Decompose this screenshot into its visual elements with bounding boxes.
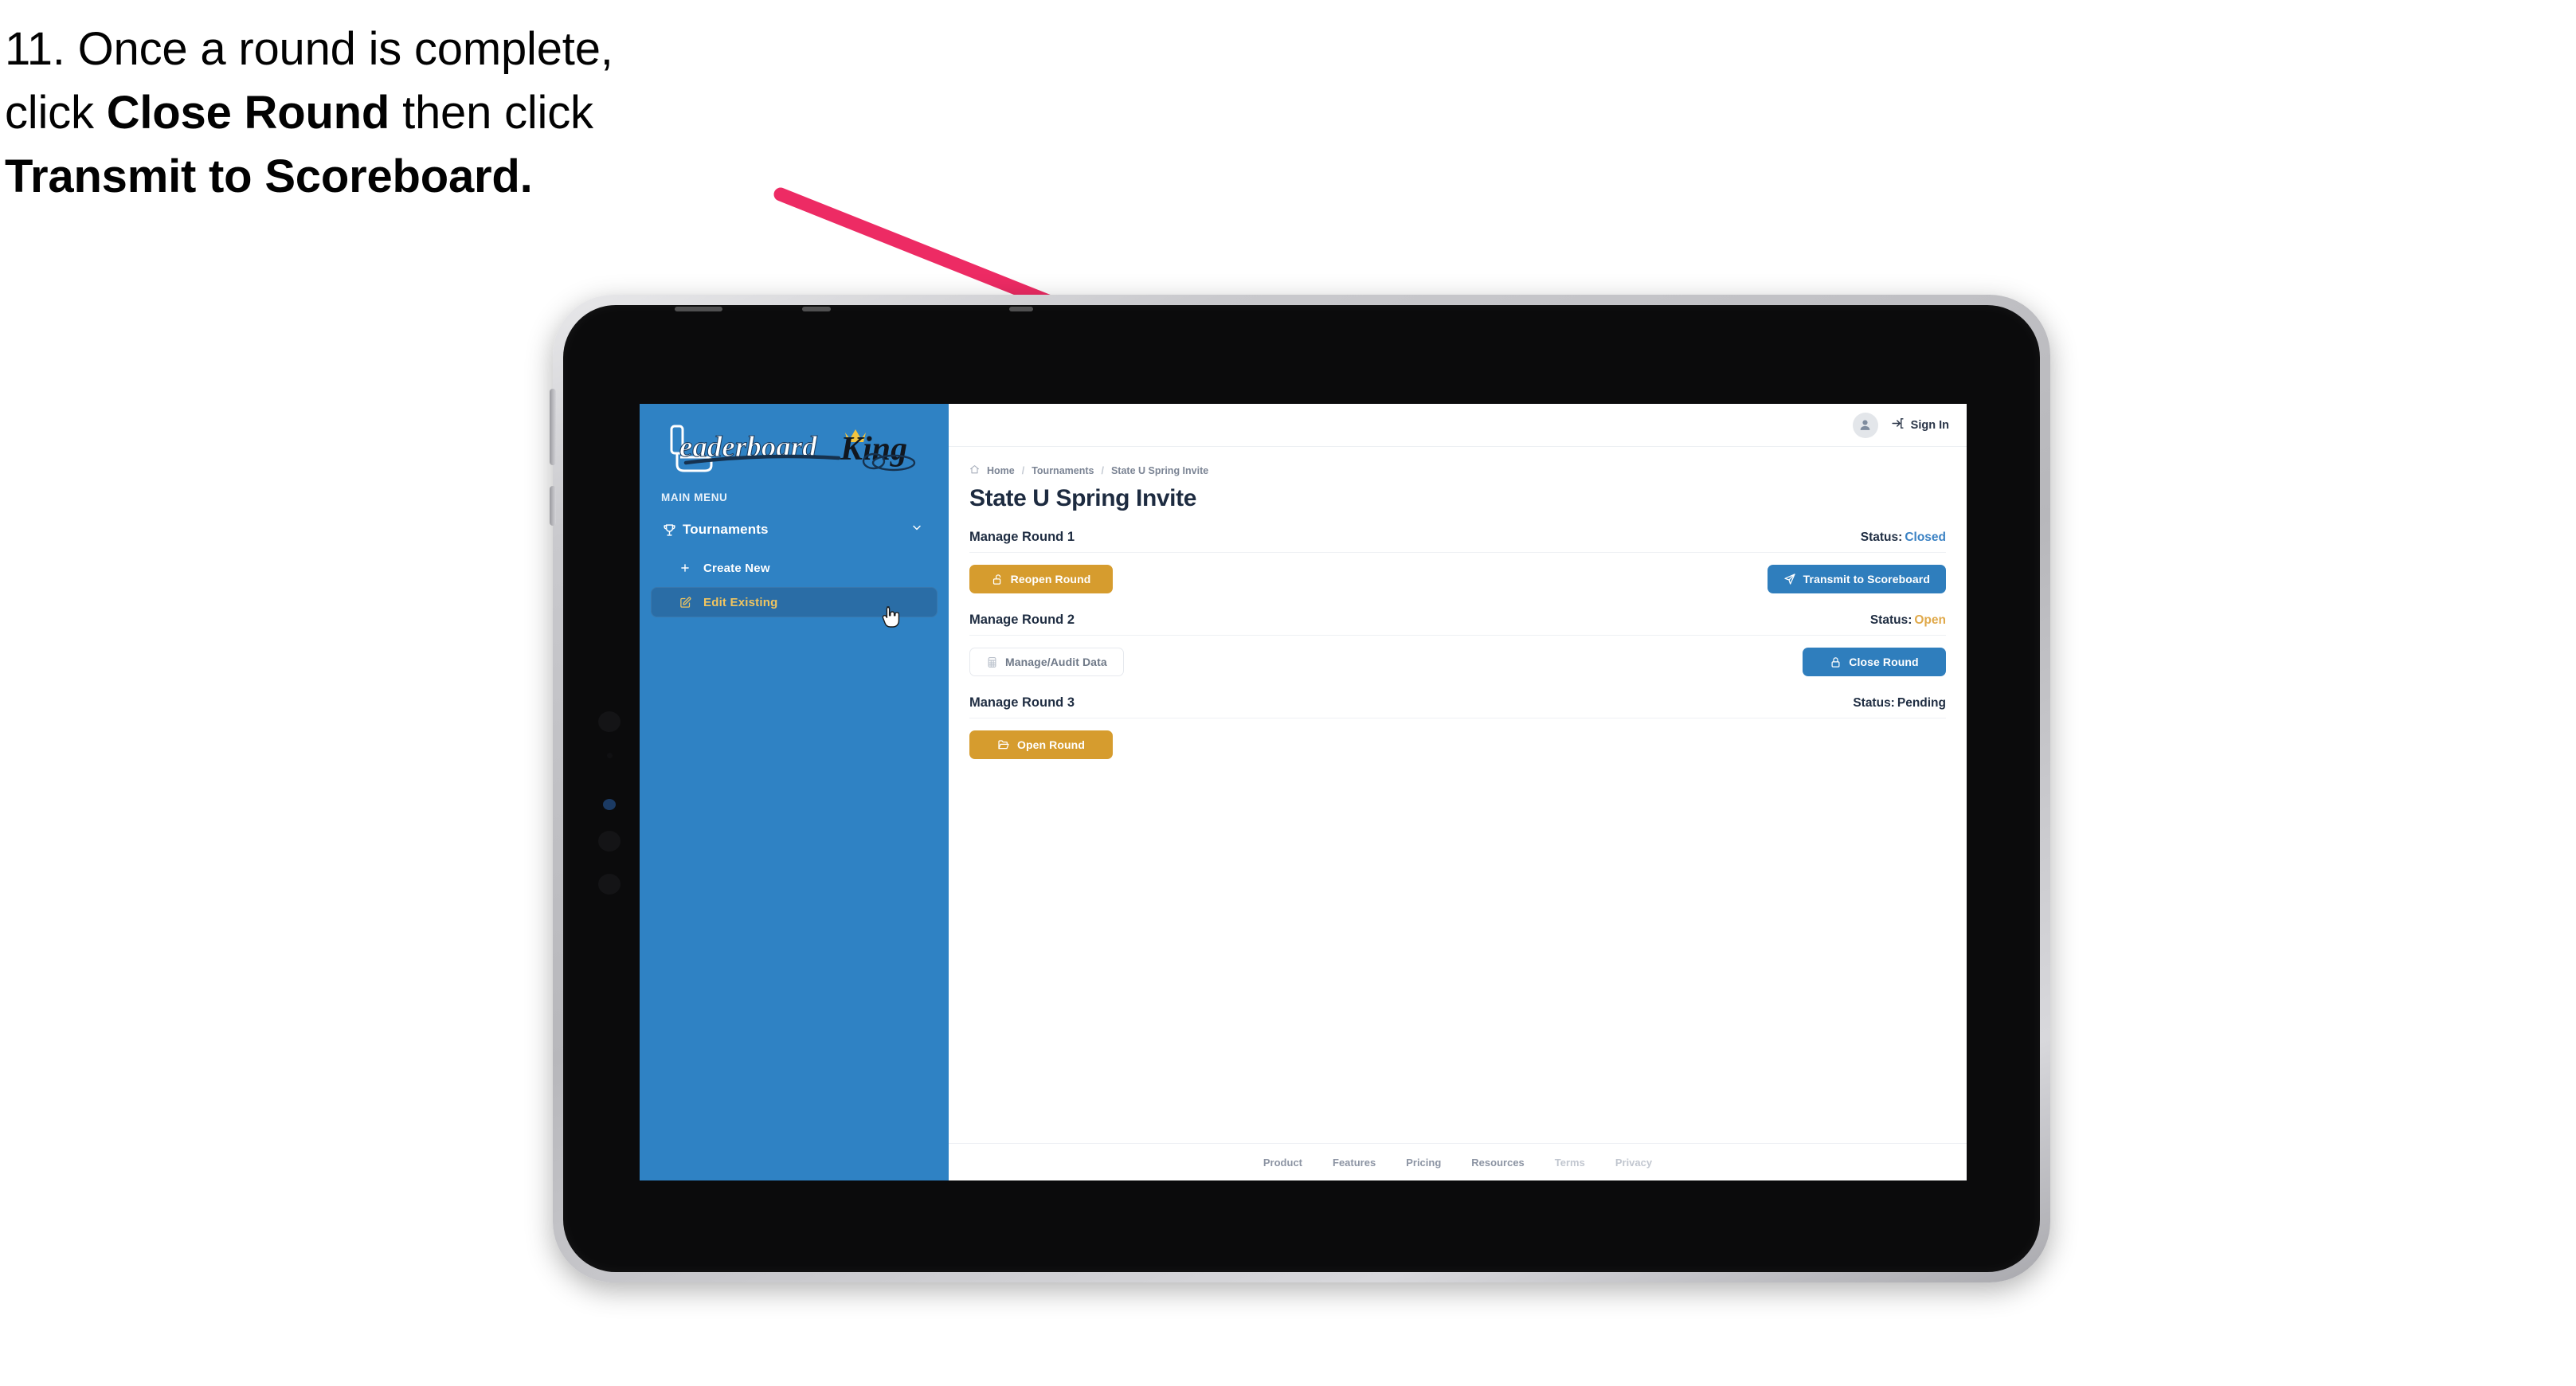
caption-line-3: Transmit to Scoreboard. — [5, 151, 533, 203]
speaker-icon — [598, 874, 621, 895]
status-label: Status: — [1869, 613, 1912, 627]
tablet-bezel: eaderboard King MAIN MENU Tournaments Cr… — [563, 305, 2040, 1272]
breadcrumb-item-home[interactable]: Home — [987, 465, 1015, 476]
ambient-sensor-icon — [607, 753, 613, 758]
transmit-to-scoreboard-button[interactable]: Transmit to Scoreboard — [1767, 565, 1946, 593]
leaderboardking-logo[interactable]: eaderboard King — [660, 421, 923, 479]
caption-line-2-prefix: click — [5, 87, 107, 139]
sidebar-item-create-new-label: Create New — [703, 561, 770, 575]
page-content: Home / Tournaments / State U Spring Invi… — [949, 447, 1967, 1143]
round-1-title: Manage Round 1 — [969, 530, 1075, 544]
transmit-to-scoreboard-label: Transmit to Scoreboard — [1803, 573, 1930, 585]
breadcrumb: Home / Tournaments / State U Spring Invi… — [969, 464, 1946, 477]
close-round-label: Close Round — [1849, 656, 1919, 668]
instruction-caption: 11. Once a round is complete, click Clos… — [5, 18, 865, 209]
round-1-actions: Reopen Round Transmit to Scoreboard — [969, 553, 1946, 593]
manage-audit-data-label: Manage/Audit Data — [1005, 656, 1107, 668]
edit-pencil-icon — [679, 597, 703, 609]
open-round-label: Open Round — [1017, 738, 1085, 751]
reopen-round-button[interactable]: Reopen Round — [969, 565, 1113, 593]
calculator-grid-icon — [986, 656, 998, 668]
caption-line-2-suffix: then click — [390, 87, 593, 139]
main-content: Sign In Home / Tournaments / State U Spr… — [949, 404, 1967, 1180]
status-badge: Closed — [1905, 531, 1946, 544]
round-3-status: Status: Pending — [1853, 696, 1946, 711]
manage-audit-data-button[interactable]: Manage/Audit Data — [969, 648, 1124, 676]
caption-line-1: 11. Once a round is complete, — [5, 23, 613, 75]
open-round-button[interactable]: Open Round — [969, 730, 1113, 759]
close-round-button[interactable]: Close Round — [1803, 648, 1946, 676]
status-label: Status: — [1853, 696, 1895, 710]
lock-icon — [1830, 656, 1842, 668]
status-led-icon — [603, 799, 616, 810]
bezel-top-detail-2 — [802, 307, 831, 311]
round-block-3: Manage Round 3 Status: Pending Open Roun… — [969, 695, 1946, 759]
footer-link-features[interactable]: Features — [1333, 1157, 1376, 1169]
sidebar-item-tournaments[interactable]: Tournaments — [651, 514, 938, 546]
chevron-down-icon[interactable] — [910, 522, 923, 538]
footer-link-product[interactable]: Product — [1263, 1157, 1302, 1169]
round-2-status: Status: Open — [1870, 613, 1946, 628]
round-3-header: Manage Round 3 Status: Pending — [969, 695, 1946, 718]
paper-plane-icon — [1783, 573, 1796, 585]
bezel-top-detail-3 — [1009, 307, 1033, 311]
footer-nav: Product Features Pricing Resources Terms… — [949, 1143, 1967, 1180]
bezel-top-detail-1 — [675, 307, 722, 311]
breadcrumb-separator: / — [1101, 465, 1104, 476]
sidebar: eaderboard King MAIN MENU Tournaments Cr… — [640, 404, 949, 1180]
mouse-cursor-pointer — [882, 606, 900, 628]
tablet-volume-button[interactable] — [550, 389, 556, 465]
logo-svg: eaderboard King — [670, 425, 916, 472]
user-avatar-icon[interactable] — [1852, 412, 1878, 438]
footer-link-terms[interactable]: Terms — [1555, 1157, 1585, 1169]
plus-icon — [679, 562, 703, 574]
tablet-device: eaderboard King MAIN MENU Tournaments Cr… — [550, 295, 2050, 1282]
tablet-power-button[interactable] — [550, 486, 556, 526]
round-2-title: Manage Round 2 — [969, 613, 1075, 627]
front-camera-icon — [598, 711, 621, 732]
tablet-screen: eaderboard King MAIN MENU Tournaments Cr… — [640, 404, 1967, 1180]
open-folder-icon — [997, 738, 1010, 751]
breadcrumb-item-current: State U Spring Invite — [1110, 465, 1209, 476]
round-2-header: Manage Round 2 Status: Open — [969, 613, 1946, 636]
sidebar-section-label: MAIN MENU — [661, 491, 728, 503]
unlock-icon — [992, 574, 1004, 585]
sidebar-item-edit-existing-label: Edit Existing — [703, 595, 778, 609]
round-block-2: Manage Round 2 Status: Open Manage/Audit… — [969, 613, 1946, 676]
round-3-actions: Open Round — [969, 718, 1946, 759]
footer-link-privacy[interactable]: Privacy — [1615, 1157, 1652, 1169]
round-3-title: Manage Round 3 — [969, 695, 1075, 710]
sign-in-label: Sign In — [1910, 418, 1949, 432]
sidebar-item-tournaments-label: Tournaments — [683, 522, 769, 537]
round-1-status: Status: Closed — [1861, 531, 1946, 545]
status-label: Status: — [1860, 531, 1903, 544]
sidebar-item-create-new[interactable]: Create New — [651, 553, 938, 583]
caption-line-2: click Close Round then click — [5, 81, 865, 145]
round-1-header: Manage Round 1 Status: Closed — [969, 530, 1946, 553]
home-icon[interactable] — [969, 464, 980, 477]
microphone-icon — [598, 831, 621, 852]
caption-close-round-bold: Close Round — [106, 87, 390, 139]
trophy-icon — [662, 523, 683, 538]
footer-link-pricing[interactable]: Pricing — [1406, 1157, 1441, 1169]
sign-in-button[interactable]: Sign In — [1891, 417, 1949, 434]
status-badge: Open — [1914, 613, 1946, 627]
reopen-round-label: Reopen Round — [1010, 573, 1091, 585]
top-bar: Sign In — [949, 404, 1967, 447]
breadcrumb-separator: / — [1021, 465, 1025, 476]
page-title: State U Spring Invite — [969, 485, 1196, 511]
status-badge: Pending — [1897, 696, 1946, 710]
round-block-1: Manage Round 1 Status: Closed Reopen Rou… — [969, 530, 1946, 593]
footer-link-resources[interactable]: Resources — [1471, 1157, 1524, 1169]
breadcrumb-item-tournaments[interactable]: Tournaments — [1032, 465, 1094, 476]
sign-in-arrow-icon — [1891, 417, 1905, 434]
round-2-actions: Manage/Audit Data Close Round — [969, 636, 1946, 676]
